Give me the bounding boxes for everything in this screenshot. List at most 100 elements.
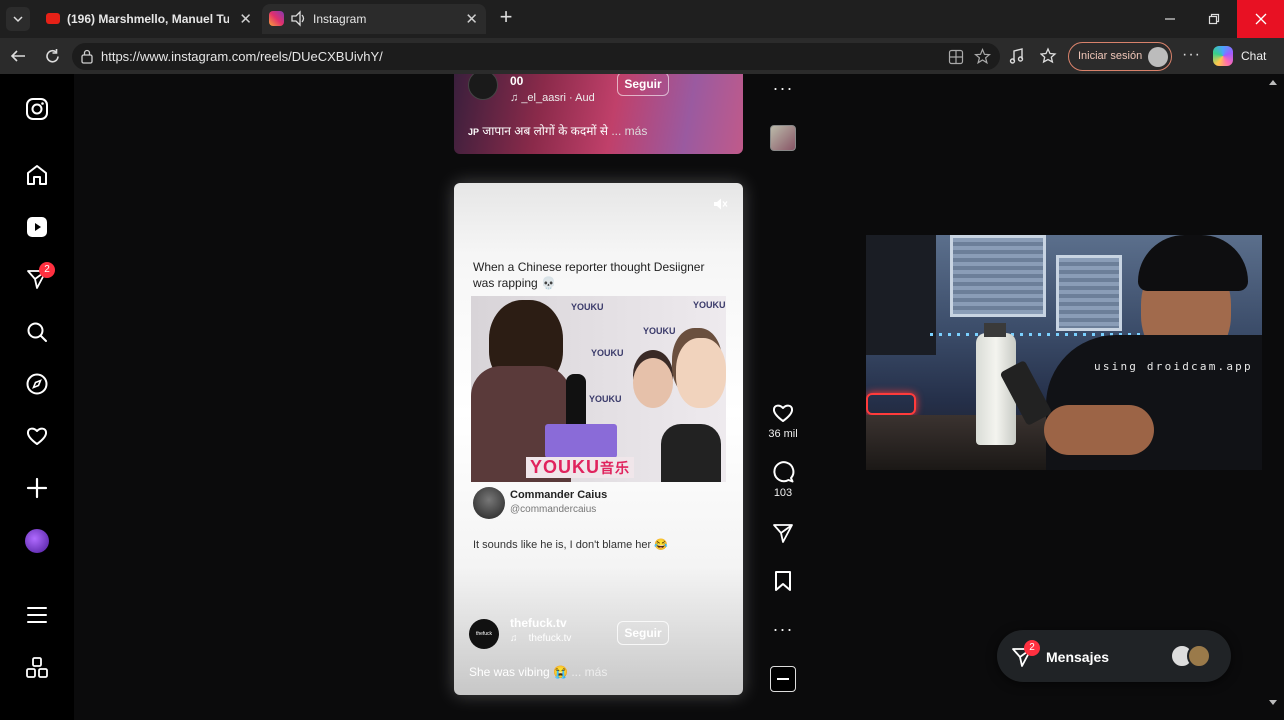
reel-headline: When a Chinese reporter thought Desiigne… <box>473 260 705 290</box>
tab-actions-menu[interactable] <box>6 7 30 31</box>
speaker-icon[interactable] <box>290 10 308 27</box>
favorite-star-icon[interactable] <box>974 48 991 65</box>
person-hand <box>1044 405 1154 455</box>
chat-label: Chat <box>1241 49 1267 63</box>
follow-button[interactable]: Seguir <box>617 621 669 645</box>
favorites-icon[interactable] <box>1040 47 1058 65</box>
poster-audio-label: thefuck.tv <box>528 633 572 644</box>
search-icon[interactable] <box>22 317 52 347</box>
more-options-icon[interactable]: ··· <box>767 619 799 640</box>
instagram-logo-icon[interactable] <box>22 94 52 124</box>
messages-button[interactable]: 2 Mensajes <box>997 630 1231 682</box>
scrollbar[interactable] <box>1262 74 1284 720</box>
backdrop-logo: YOUKU <box>591 348 624 358</box>
more-options-icon[interactable]: ··· <box>1182 46 1201 64</box>
comment-button[interactable]: 103 <box>767 460 799 499</box>
poster-username[interactable]: thefuck.tv <box>510 616 567 630</box>
sign-in-label: Iniciar sesión <box>1078 50 1143 62</box>
explore-compass-icon[interactable] <box>22 369 52 399</box>
reel-caption: She was vibing 😭 ... más <box>469 665 607 679</box>
sign-in-button[interactable]: Iniciar sesión <box>1068 42 1172 71</box>
tab-strip: (196) Marshmello, Manuel Turizo - ✕ Inst… <box>0 0 1284 38</box>
tweet-text: It sounds like he is, I don't blame her … <box>473 539 668 551</box>
person-head <box>633 358 673 408</box>
audio-thumbnail-mark <box>777 678 789 680</box>
tab-instagram[interactable]: Instagram ✕ <box>262 4 486 34</box>
copilot-icon <box>1213 46 1233 66</box>
follow-button[interactable]: Seguir <box>617 74 669 96</box>
current-reel[interactable]: When a Chinese reporter thought Desiigne… <box>454 183 743 695</box>
more-apps-icon[interactable] <box>22 653 52 683</box>
home-icon[interactable] <box>22 160 52 190</box>
menu-hamburger-icon[interactable] <box>22 600 52 630</box>
instagram-favicon-icon <box>269 11 284 26</box>
poster-avatar[interactable]: thefuck <box>469 619 499 649</box>
youku-banner-cn: 音乐 <box>600 460 631 476</box>
tweet-handle: @commandercaius <box>510 504 597 515</box>
profile-avatar-icon <box>1148 47 1168 67</box>
app-available-icon[interactable] <box>948 49 964 65</box>
reels-icon[interactable] <box>22 212 52 242</box>
comment-count: 103 <box>773 487 793 499</box>
share-button[interactable] <box>767 521 799 548</box>
window-shutter <box>1056 255 1122 331</box>
profile-avatar[interactable] <box>22 526 52 556</box>
like-button[interactable]: 36 mil <box>767 401 799 440</box>
backdrop-logo: YOUKU <box>693 300 726 310</box>
close-icon[interactable]: ✕ <box>465 10 478 28</box>
audio-thumbnail[interactable] <box>770 666 796 692</box>
create-plus-icon[interactable] <box>22 473 52 503</box>
window-shutter <box>950 235 1046 317</box>
restore-button[interactable] <box>1192 0 1236 38</box>
youku-banner-text: YOUKU <box>530 457 601 477</box>
new-tab-button[interactable]: + <box>494 6 518 30</box>
tab-title: Instagram <box>313 12 367 26</box>
person-head <box>676 338 726 408</box>
backdrop-logo: YOUKU <box>643 326 676 336</box>
mute-speaker-icon[interactable] <box>712 196 728 212</box>
reel-audio[interactable]: ♫ _el_aasri · Aud <box>510 92 595 104</box>
backdrop-logo: YOUKU <box>589 394 622 404</box>
messages-label: Mensajes <box>1046 649 1110 665</box>
more-options-icon[interactable]: ··· <box>767 78 799 99</box>
previous-reel[interactable]: 00 ♫ _el_aasri · Aud Seguir JP जापान अब … <box>454 74 743 154</box>
restore-icon <box>1208 13 1220 25</box>
reel-photo: YOUKU YOUKU YOUKU YOUKU YOUKU YOUKU音乐 <box>471 296 726 482</box>
person-shirt <box>661 424 721 482</box>
droidcam-watermark: using droidcam.app <box>1094 360 1253 373</box>
tab-youtube[interactable]: (196) Marshmello, Manuel Turizo - ✕ <box>36 4 260 34</box>
instagram-sidebar: 2 <box>0 74 74 720</box>
comment-bubble-icon <box>773 461 795 483</box>
heart-icon[interactable] <box>22 421 52 451</box>
heart-icon <box>772 404 794 422</box>
close-icon <box>1255 13 1266 25</box>
direct-messages-icon[interactable]: 2 <box>22 262 55 294</box>
red-light <box>866 393 916 415</box>
reel-username[interactable]: 00 <box>510 74 523 88</box>
address-bar[interactable]: https://www.instagram.com/reels/DUeCXBUi… <box>72 43 1000 70</box>
music-note-icon[interactable] <box>1008 47 1026 65</box>
caption-text: She was vibing 😭 <box>469 665 568 679</box>
poster-audio[interactable]: ♫ thefuck.tv <box>510 633 571 644</box>
save-button[interactable] <box>767 569 799 596</box>
close-icon[interactable]: ✕ <box>239 10 252 28</box>
tweet-author: Commander Caius <box>510 489 608 501</box>
more-link[interactable]: ... más <box>611 124 647 138</box>
site-info-icon[interactable] <box>80 49 94 64</box>
scroll-down-icon[interactable] <box>1268 699 1278 707</box>
refresh-icon[interactable] <box>44 48 61 65</box>
more-link[interactable]: ... más <box>571 665 607 679</box>
scroll-up-icon[interactable] <box>1268 78 1278 86</box>
bookmark-icon <box>775 571 791 591</box>
music-note-icon: ♫ <box>510 633 529 644</box>
audio-thumbnail[interactable] <box>770 125 796 151</box>
tab-title: (196) Marshmello, Manuel Turizo - <box>67 12 229 26</box>
reel-avatar[interactable] <box>468 74 498 100</box>
youtube-icon <box>46 13 60 24</box>
close-window-button[interactable] <box>1237 0 1284 38</box>
minimize-button[interactable] <box>1148 0 1192 38</box>
caption-flag: JP <box>468 127 480 137</box>
mic-flag <box>545 424 617 458</box>
copilot-chat-button[interactable]: Chat <box>1210 44 1270 69</box>
back-arrow-icon[interactable] <box>9 48 27 64</box>
